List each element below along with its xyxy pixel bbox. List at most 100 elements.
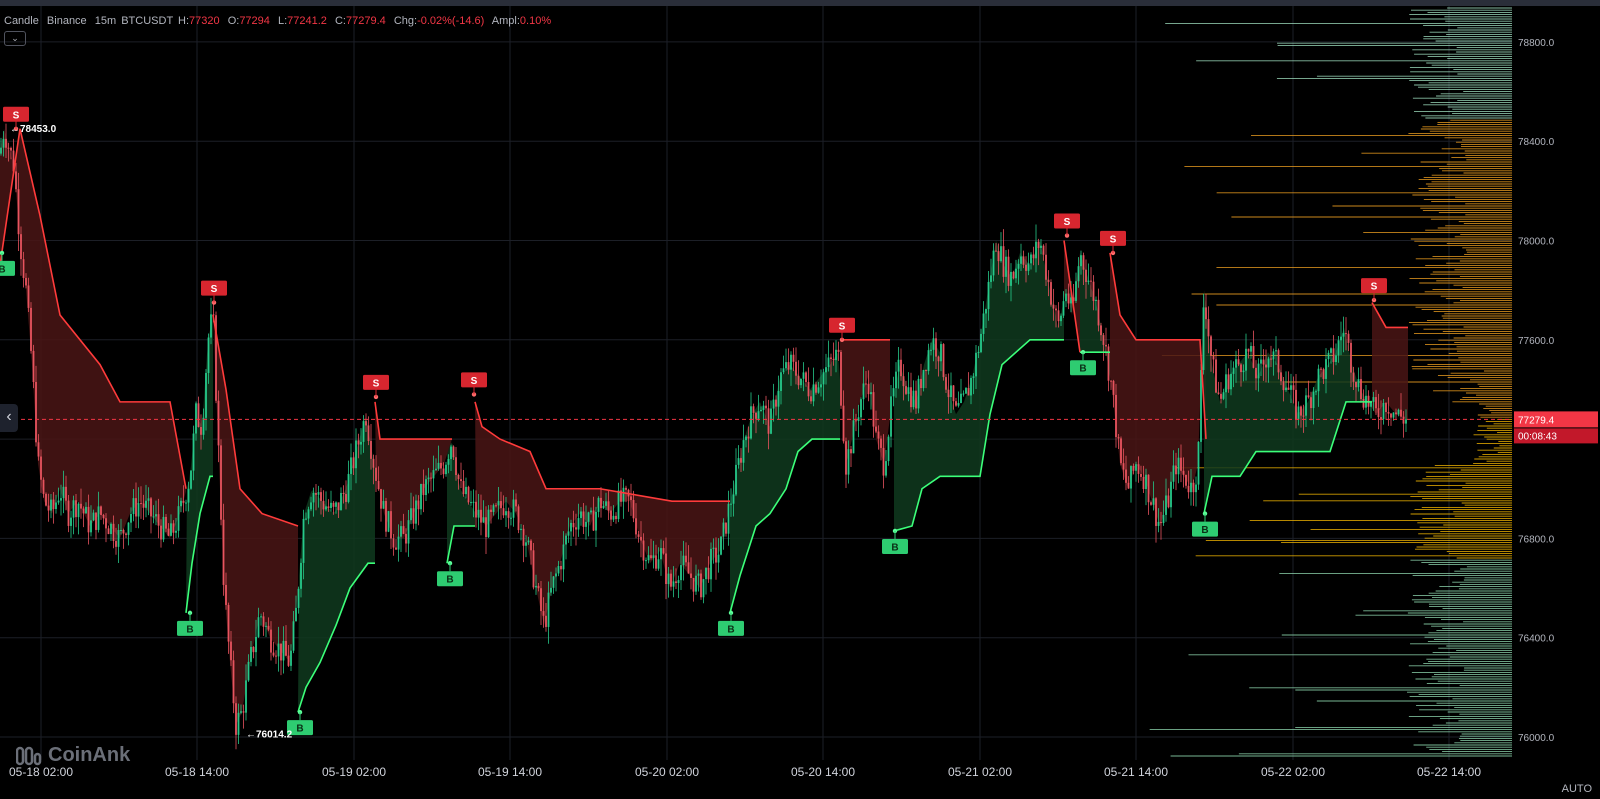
candle-body bbox=[335, 502, 337, 507]
candle-body bbox=[667, 573, 670, 585]
candle-body bbox=[1252, 346, 1255, 368]
candle-body bbox=[22, 259, 25, 278]
candle-body bbox=[185, 502, 187, 504]
candle-body bbox=[497, 501, 500, 506]
candle-body bbox=[822, 372, 825, 385]
candle-body bbox=[460, 479, 462, 482]
chart-type[interactable]: Candle bbox=[4, 15, 39, 27]
candle-body bbox=[1002, 246, 1005, 277]
candle-body bbox=[770, 408, 772, 434]
candle-body bbox=[332, 502, 335, 507]
amplitude-key: Ampl: bbox=[491, 15, 520, 27]
candle-body bbox=[1130, 465, 1132, 489]
candle-body bbox=[1122, 463, 1125, 470]
candle-body bbox=[802, 372, 805, 379]
candle-body bbox=[322, 500, 325, 510]
candle-body bbox=[245, 680, 247, 713]
time-tick-label: 05-18 02:00 bbox=[9, 765, 73, 779]
time-tick-label: 05-21 02:00 bbox=[948, 765, 1012, 779]
candle-body bbox=[760, 409, 762, 412]
candle-body bbox=[952, 385, 955, 402]
candle-body bbox=[820, 384, 822, 388]
candle-body bbox=[1157, 521, 1160, 526]
candle-body bbox=[1075, 281, 1077, 301]
candle-body bbox=[657, 559, 660, 569]
candle-body bbox=[1187, 485, 1190, 493]
candle-body bbox=[35, 381, 37, 443]
candle-body bbox=[292, 621, 295, 651]
candle-body bbox=[1397, 409, 1400, 415]
sell-zone-fill bbox=[213, 314, 298, 725]
candle-body bbox=[45, 493, 47, 506]
candle-body bbox=[640, 536, 642, 541]
candle-body bbox=[1017, 263, 1020, 269]
candle-body bbox=[52, 499, 55, 510]
candle-body bbox=[835, 349, 837, 361]
candle-body bbox=[482, 517, 485, 523]
candle-body bbox=[997, 251, 1000, 262]
candle-body bbox=[727, 503, 730, 534]
candle-body bbox=[102, 514, 105, 519]
candle-body bbox=[902, 376, 905, 387]
price-axis[interactable]: 76000.076400.076800.077200.077600.078000… bbox=[1512, 6, 1600, 760]
candle-body bbox=[892, 388, 895, 397]
interval-label: 15m bbox=[94, 15, 117, 27]
candle-body bbox=[610, 510, 612, 520]
candle-body bbox=[392, 538, 395, 548]
candle-body bbox=[1055, 308, 1057, 311]
candle-body bbox=[917, 378, 920, 409]
candle-body bbox=[372, 458, 375, 468]
candle-body bbox=[1117, 437, 1120, 439]
candle-body bbox=[470, 502, 472, 504]
collapse-legend-button[interactable]: ⌄ bbox=[4, 31, 26, 46]
candle-body bbox=[70, 517, 72, 526]
candle-body bbox=[37, 442, 40, 457]
candle-body bbox=[1282, 381, 1285, 391]
candle-body bbox=[1110, 380, 1112, 382]
candle-body bbox=[1257, 363, 1260, 379]
candle-body bbox=[265, 625, 267, 627]
candle-body bbox=[337, 502, 340, 511]
candle-body bbox=[182, 500, 185, 503]
candle-body bbox=[380, 489, 382, 509]
candle-body bbox=[1340, 336, 1342, 341]
candle-body bbox=[1402, 416, 1405, 424]
candle-body bbox=[312, 493, 315, 503]
low-key: L: bbox=[277, 15, 288, 27]
candle-body bbox=[390, 511, 392, 539]
candle-body bbox=[1140, 473, 1142, 477]
candle-body bbox=[532, 550, 535, 588]
auto-scale-button[interactable]: AUTO bbox=[1562, 783, 1592, 795]
price-tick-label: 78400.0 bbox=[1518, 137, 1555, 148]
candle-body bbox=[1377, 408, 1380, 418]
candle-body bbox=[255, 636, 257, 653]
price-chart[interactable]: S B S B B S B S B S B S B S B S ←78453.0 ←76014.2 76000.… bbox=[0, 0, 1600, 799]
candle-body bbox=[1167, 495, 1170, 508]
candle-body bbox=[1195, 484, 1197, 493]
candle-body bbox=[130, 513, 132, 523]
candle-body bbox=[852, 420, 855, 454]
candle-body bbox=[1052, 304, 1055, 309]
buy-signal-label: B bbox=[0, 264, 6, 275]
candle-body bbox=[1012, 271, 1015, 279]
candle-body bbox=[1357, 379, 1360, 388]
time-axis[interactable]: 05-18 02:00 05-18 14:00 05-19 02:00 05-19 1… bbox=[0, 760, 1600, 799]
candle-body bbox=[342, 492, 345, 495]
candle-body bbox=[895, 371, 897, 389]
expand-sidebar-button[interactable]: ‹ bbox=[0, 404, 18, 432]
candle-body bbox=[927, 350, 930, 372]
candle-body bbox=[352, 457, 355, 469]
candle-body bbox=[1207, 319, 1210, 337]
candle-body bbox=[387, 511, 390, 532]
candle-body bbox=[990, 275, 992, 282]
candle-body bbox=[122, 529, 125, 534]
price-axis-bg bbox=[1512, 6, 1600, 760]
candle-body bbox=[705, 567, 707, 580]
candle-body bbox=[517, 506, 520, 531]
candle-body bbox=[487, 509, 490, 538]
candle-body bbox=[970, 377, 972, 396]
candle-body bbox=[405, 533, 407, 544]
candle-body bbox=[645, 560, 647, 562]
amplitude-value: 0.10% bbox=[519, 15, 552, 27]
sell-signal-label: S bbox=[211, 284, 218, 295]
